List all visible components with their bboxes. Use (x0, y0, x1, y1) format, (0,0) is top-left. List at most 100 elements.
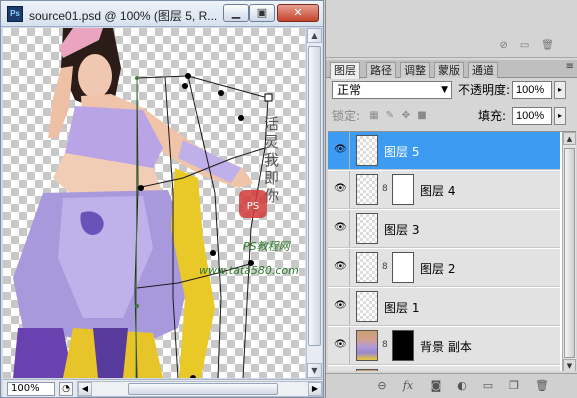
maximize-button[interactable]: ▣ (249, 4, 275, 22)
hscroll-thumb[interactable] (128, 383, 278, 395)
layer-row[interactable]: 👁 图层 3 (328, 210, 560, 248)
layer-thumbnail (356, 252, 378, 283)
eye-icon: 👁 (334, 222, 347, 233)
visibility-toggle[interactable]: 👁 (328, 132, 350, 169)
tab-channels[interactable]: 通道 (468, 62, 498, 78)
blend-mode-select[interactable]: 正常 ▼ (332, 81, 452, 99)
trash-icon[interactable]: 🗑 (541, 40, 554, 54)
visibility-toggle[interactable]: 👁 (328, 210, 350, 247)
minimize-button[interactable]: ▁ (223, 4, 249, 22)
figure-face (78, 54, 112, 98)
watermark-seal-text: PS (247, 201, 259, 212)
scroll-down-icon[interactable]: ▼ (563, 359, 576, 371)
layers-list: 👁 图层 5 👁 8 图层 4 👁 图层 3 👁 8 图层 2 👁 图层 1 👁… (328, 131, 576, 371)
opacity-slider-icon[interactable]: ▸ (554, 81, 566, 99)
visibility-toggle[interactable]: 👁 (328, 249, 350, 286)
status-bar: 100% ◔ ◀ ▶ (3, 379, 323, 397)
new-icon[interactable]: ▭ (520, 40, 529, 54)
layer-row[interactable]: 👁 8 背景 副本 (328, 327, 560, 365)
mask-link-icon[interactable]: 8 (382, 340, 388, 350)
layer-thumbnail (356, 291, 378, 322)
layer-row[interactable]: 👁 图层 1 (328, 288, 560, 326)
no-entry-icon[interactable]: ⊘ (499, 40, 507, 54)
layer-name: 图层 2 (420, 262, 456, 276)
lock-label: 锁定: (332, 109, 361, 123)
status-info-icon[interactable]: ◔ (59, 382, 73, 396)
scroll-down-icon[interactable]: ▼ (307, 363, 322, 378)
group-folder-icon[interactable]: ▭ (480, 379, 496, 393)
lock-row: 锁定: ▦ ✎ ✥ ■ 填充: 100% ▸ (332, 107, 574, 127)
photoshop-app-icon: Ps (7, 6, 23, 22)
layer-mask-thumbnail[interactable] (392, 252, 414, 283)
link-icon[interactable]: ⊖ (374, 379, 390, 393)
scroll-up-icon[interactable]: ▲ (307, 28, 322, 43)
layer-name: 背景 副本 (420, 340, 472, 354)
layer-thumbnail (356, 213, 378, 244)
document-window: Ps source01.psd @ 100% (图层 5, R... ▁ ▣ ✕ (0, 0, 324, 398)
tab-masks[interactable]: 蒙版 (434, 62, 464, 78)
canvas[interactable]: 活灵我即你 PS PS教程网 www.tata580.com (3, 28, 305, 378)
figure-boot-left (13, 328, 73, 378)
delete-icon[interactable]: 🗑 (534, 379, 550, 393)
close-button[interactable]: ✕ (277, 4, 319, 22)
fx-icon[interactable]: fx (400, 379, 416, 393)
document-titlebar[interactable]: Ps source01.psd @ 100% (图层 5, R... ▁ ▣ ✕ (1, 1, 323, 27)
figure-left-arm (48, 66, 73, 138)
zoom-field[interactable]: 100% (7, 382, 55, 396)
fill-slider-icon[interactable]: ▸ (554, 107, 566, 125)
layer-thumbnail (356, 135, 378, 166)
blend-mode-value: 正常 (337, 83, 362, 97)
scroll-right-icon[interactable]: ▶ (308, 382, 322, 396)
watermark-seal: PS (239, 190, 267, 218)
layers-panel: ⊘ ▭ 🗑 图层 路径 调整 蒙版 通道 ≡ 正常 ▼ 不透明度: 100% ▸… (325, 0, 577, 398)
scroll-left-icon[interactable]: ◀ (78, 382, 92, 396)
mask-link-icon[interactable]: 8 (382, 184, 388, 194)
panel-tabs: 图层 路径 调整 蒙版 通道 ≡ (326, 60, 577, 79)
opacity-field[interactable]: 100% (512, 81, 552, 99)
scroll-up-icon[interactable]: ▲ (563, 132, 576, 145)
layer-row[interactable]: 👁 8 图层 4 (328, 171, 560, 209)
eye-icon: 👁 (334, 261, 347, 272)
tab-layers[interactable]: 图层 (330, 62, 360, 79)
layer-mask-thumbnail[interactable] (392, 330, 414, 361)
fill-field[interactable]: 100% (512, 107, 552, 125)
horizontal-scrollbar[interactable]: ◀ ▶ (77, 381, 323, 397)
close-icon: ✕ (293, 6, 303, 19)
maximize-icon: ▣ (256, 6, 268, 19)
layer-thumbnail (356, 330, 378, 361)
visibility-toggle[interactable]: 👁 (328, 327, 350, 364)
visibility-toggle[interactable]: 👁 (328, 288, 350, 325)
layer-mask-thumbnail[interactable] (392, 174, 414, 205)
anchor-point (135, 304, 139, 308)
layers-bottom-toolbar: ⊖ fx ◙ ◐ ▭ ❐ 🗑 (326, 373, 577, 398)
layers-scroll-thumb[interactable] (564, 148, 575, 358)
fill-label: 填充: (478, 109, 507, 123)
lock-all-icon[interactable]: ■ (416, 110, 428, 122)
tab-paths[interactable]: 路径 (366, 62, 396, 78)
tab-adjustments[interactable]: 调整 (400, 62, 430, 78)
panel-menu-icon[interactable]: ≡ (566, 61, 574, 72)
lock-brush-icon[interactable]: ✎ (384, 110, 396, 122)
eye-icon: 👁 (334, 183, 347, 194)
eye-icon: 👁 (334, 144, 347, 155)
document-title: source01.psd @ 100% (图层 5, R... (29, 9, 218, 23)
layer-name: 图层 3 (384, 223, 420, 237)
new-layer-icon[interactable]: ❐ (506, 379, 522, 393)
mask-link-icon[interactable]: 8 (382, 262, 388, 272)
lock-transparency-icon[interactable]: ▦ (368, 110, 380, 122)
figure-boot-right (93, 328, 128, 378)
add-mask-icon[interactable]: ◙ (428, 379, 444, 393)
layer-row[interactable]: 👁 图层 5 (328, 132, 560, 170)
layer-row[interactable]: 👁 8 图层 2 (328, 249, 560, 287)
visibility-toggle[interactable]: 👁 (328, 171, 350, 208)
lock-move-icon[interactable]: ✥ (400, 110, 412, 122)
eye-icon: 👁 (334, 339, 347, 350)
vertical-scrollbar[interactable]: ▲ ▼ (306, 28, 322, 378)
scroll-thumb[interactable] (308, 46, 321, 346)
layers-scrollbar[interactable]: ▲ ▼ (562, 132, 576, 371)
canvas-artwork: 活灵我即你 PS PS教程网 www.tata580.com (13, 28, 299, 378)
upper-panel-icons: ⊘ ▭ 🗑 (499, 40, 554, 54)
adjustment-icon[interactable]: ◐ (454, 379, 470, 393)
layer-row-partial[interactable] (328, 366, 560, 371)
warp-corner-handle (264, 93, 273, 102)
